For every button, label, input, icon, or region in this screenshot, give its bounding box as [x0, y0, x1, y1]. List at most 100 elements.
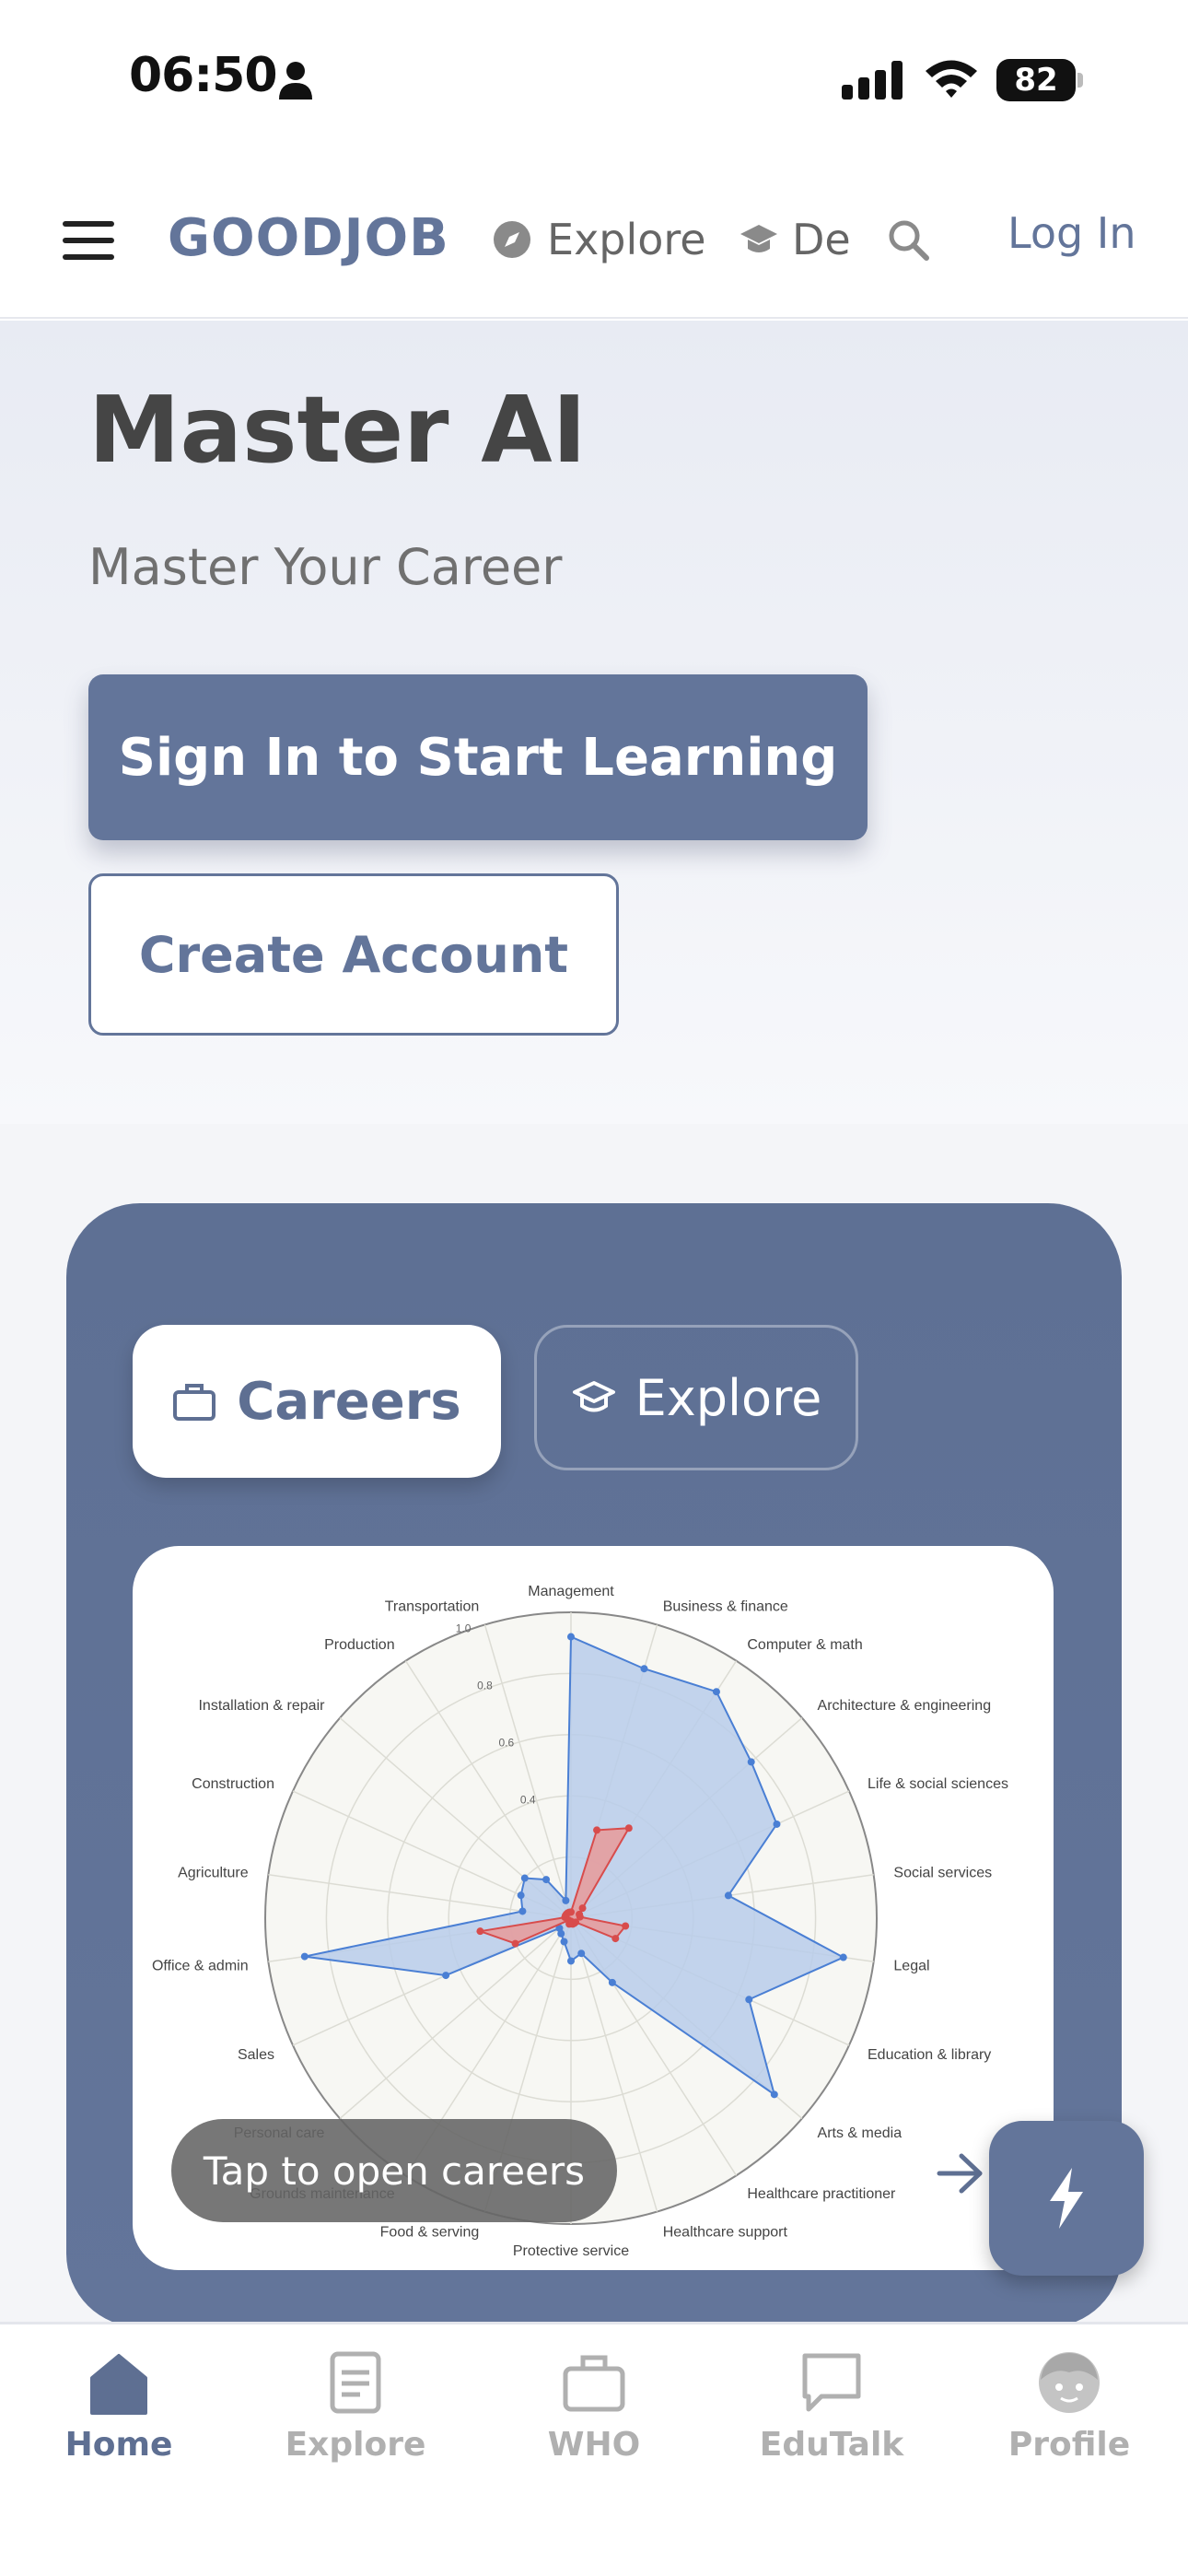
- radar-category-label: Architecture & engineering: [818, 1698, 992, 1714]
- app-logo[interactable]: GOODJOB: [168, 208, 449, 268]
- blue-series-point: [712, 1688, 720, 1696]
- radar-tick-label: 1.0: [456, 1622, 472, 1634]
- radar-category-label: Healthcare practitioner: [747, 2186, 896, 2202]
- radar-category-label: Education & library: [868, 2047, 991, 2063]
- avatar-face-icon: [1039, 2352, 1100, 2413]
- battery-level: 82: [1014, 62, 1058, 99]
- blue-series-point: [640, 1665, 648, 1673]
- document-icon: [330, 2351, 381, 2414]
- tab-explore-nav[interactable]: Explore: [263, 2348, 448, 2464]
- nav-explore-label: Explore: [547, 215, 706, 264]
- red-series-point: [476, 1927, 484, 1936]
- red-series-point: [565, 1908, 574, 1916]
- radar-category-label: Production: [324, 1637, 395, 1653]
- tab-edutalk-label: EduTalk: [759, 2426, 904, 2464]
- radar-category-label: Food & serving: [380, 2225, 480, 2241]
- tab-explore-nav-label: Explore: [285, 2426, 426, 2464]
- top-navigation: GOODJOB Explore De Log In: [0, 157, 1188, 319]
- red-series-point: [624, 1824, 633, 1832]
- blue-series-point: [608, 1978, 616, 1986]
- radar-category-label: Sales: [238, 2047, 274, 2063]
- blue-series-point: [567, 1633, 575, 1641]
- red-series-point: [593, 1826, 601, 1834]
- cellular-signal-icon: [842, 61, 903, 100]
- tab-home[interactable]: Home: [27, 2348, 211, 2464]
- tab-explore-label: Explore: [635, 1368, 822, 1427]
- radar-category-label: Management: [528, 1584, 614, 1599]
- nav-de-link[interactable]: De: [739, 212, 851, 267]
- radar-tick-label: 0.4: [520, 1794, 536, 1807]
- sign-in-button[interactable]: Sign In to Start Learning: [88, 674, 868, 840]
- radar-category-label: Transportation: [385, 1598, 480, 1614]
- blue-series-point: [542, 1876, 551, 1884]
- radar-category-label: Computer & math: [747, 1637, 862, 1653]
- blue-series-point: [773, 1820, 781, 1828]
- career-radar-chart[interactable]: 0.4 0.6 0.8 1.0 Management Business & finance…: [133, 1546, 1054, 2270]
- radar-category-label: Healthcare support: [663, 2225, 788, 2241]
- radar-category-label: Arts & media: [818, 2125, 903, 2141]
- battery-indicator: 82: [996, 59, 1083, 101]
- person-icon: [279, 62, 312, 100]
- wifi-icon: [926, 60, 977, 98]
- open-careers-tooltip[interactable]: Tap to open careers: [171, 2119, 617, 2222]
- blue-series-point: [745, 1996, 753, 2004]
- home-icon: [90, 2354, 147, 2415]
- tab-profile-label: Profile: [1007, 2426, 1131, 2464]
- create-account-button[interactable]: Create Account: [88, 873, 619, 1036]
- radar-category-label: Office & admin: [152, 1958, 249, 1973]
- blue-series-point: [520, 1874, 529, 1882]
- briefcase-icon: [563, 2355, 625, 2412]
- tab-profile[interactable]: Profile: [977, 2348, 1161, 2464]
- radar-category-label: Construction: [192, 1776, 274, 1792]
- red-series-point: [622, 1922, 630, 1930]
- blue-series-point: [747, 1758, 755, 1766]
- blue-series-point: [567, 1957, 575, 1965]
- graduation-cap-icon: [572, 1381, 615, 1412]
- status-bar: 06:50 82: [0, 0, 1188, 157]
- tab-who-label: WHO: [547, 2426, 641, 2464]
- red-series-point: [611, 1935, 620, 1943]
- blue-series-point: [724, 1891, 732, 1900]
- blue-series-point: [562, 1896, 570, 1904]
- tab-edutalk[interactable]: EduTalk: [740, 2348, 924, 2464]
- quick-action-button[interactable]: [989, 2121, 1144, 2276]
- graduation-cap-icon: [740, 225, 777, 252]
- bottom-tab-bar: Home Explore WHO EduTalk Profile: [0, 2322, 1188, 2576]
- blue-series-point: [560, 1938, 568, 1946]
- login-link[interactable]: Log In: [1007, 208, 1136, 258]
- tab-who[interactable]: WHO: [502, 2348, 686, 2464]
- tab-explore[interactable]: Explore: [534, 1325, 858, 1470]
- compass-icon: [494, 221, 530, 258]
- radar-tick-label: 0.6: [498, 1737, 514, 1750]
- hamburger-menu-icon[interactable]: [63, 221, 114, 260]
- blue-series-point: [442, 1972, 450, 1980]
- radar-category-label: Agriculture: [178, 1866, 249, 1881]
- blue-series-point: [300, 1952, 309, 1961]
- hero-title: Master AI: [88, 376, 587, 484]
- arrow-right-icon[interactable]: [936, 2150, 985, 2196]
- tab-home-label: Home: [64, 2426, 173, 2464]
- radar-category-label: Social services: [893, 1866, 992, 1881]
- radar-category-label: Protective service: [513, 2243, 629, 2259]
- tab-careers-label: Careers: [237, 1371, 461, 1432]
- radar-category-label: Legal: [893, 1958, 929, 1973]
- radar-category-label: Installation & repair: [198, 1698, 325, 1714]
- nav-explore-link[interactable]: Explore: [492, 212, 706, 267]
- blue-series-point: [517, 1891, 525, 1900]
- tab-careers[interactable]: Careers: [133, 1325, 501, 1478]
- blue-series-point: [518, 1907, 527, 1915]
- hero-subtitle: Master Your Career: [88, 538, 563, 596]
- search-icon[interactable]: [886, 217, 930, 262]
- hero-section: Master AI Master Your Career Sign In to …: [0, 321, 1188, 1124]
- radar-category-label: Life & social sciences: [868, 1776, 1008, 1792]
- blue-series-point: [770, 2090, 778, 2099]
- blue-series-point: [577, 1950, 586, 1958]
- radar-tick-label: 0.8: [477, 1679, 493, 1692]
- nav-de-label: De: [792, 215, 851, 264]
- briefcase-icon: [173, 1384, 216, 1421]
- blue-series-point: [839, 1953, 847, 1961]
- red-series-point: [511, 1939, 519, 1948]
- status-time: 06:50: [129, 48, 278, 103]
- lightning-bolt-icon: [1050, 2168, 1083, 2229]
- radar-category-label: Business & finance: [663, 1598, 788, 1614]
